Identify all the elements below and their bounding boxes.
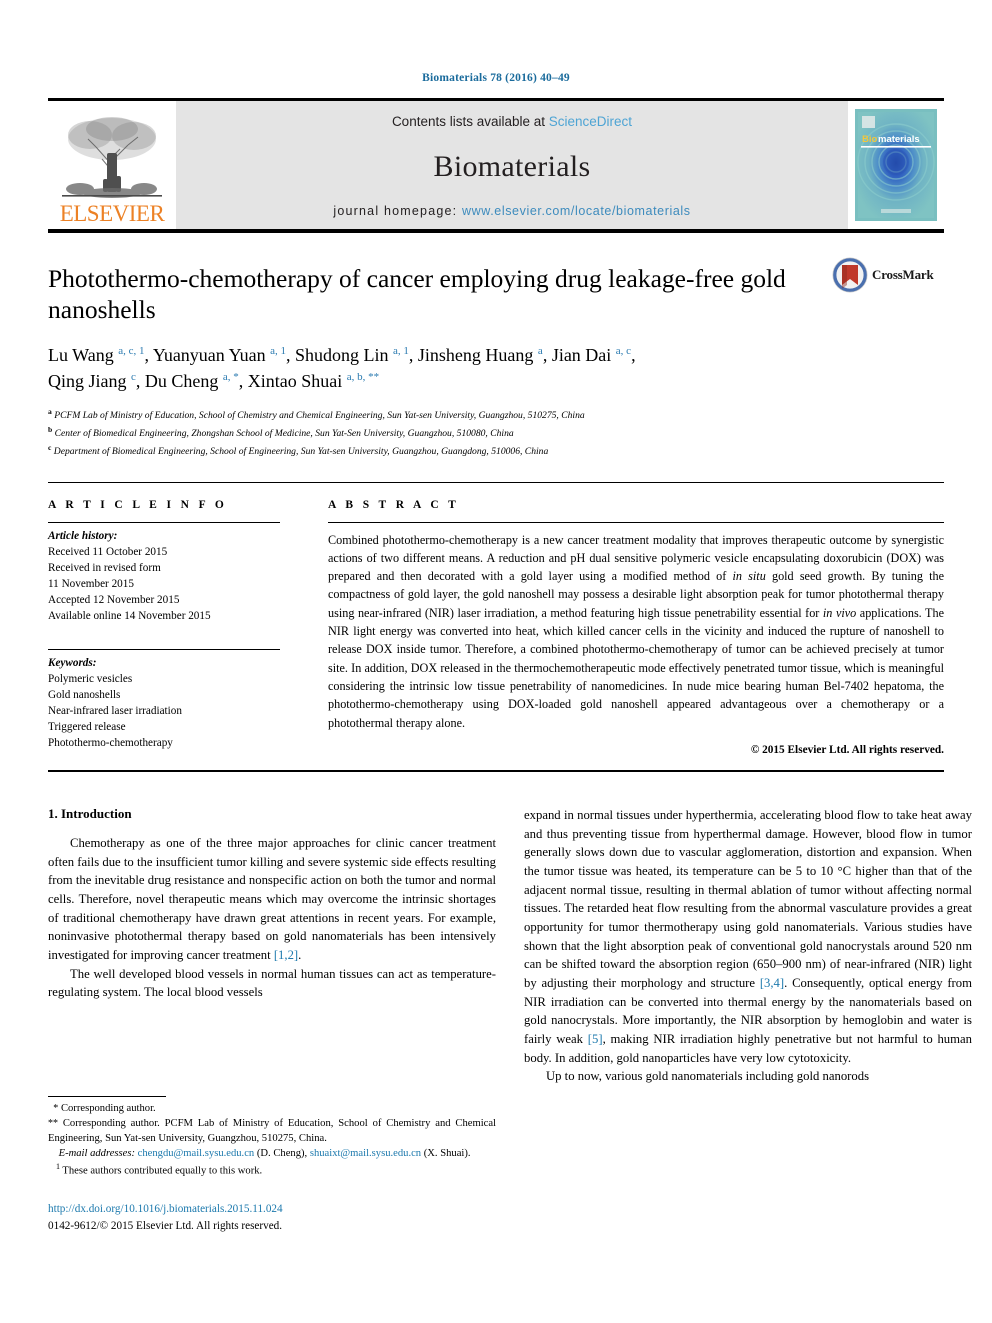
paragraph-text: expand in normal tissues under hyperther… — [524, 807, 972, 990]
paragraph-text-tail: . — [298, 947, 302, 962]
page-title: Photothermo-chemotherapy of cancer emplo… — [48, 264, 786, 325]
footnote-text: Corresponding author. PCFM Lab of Minist… — [48, 1118, 496, 1145]
keyword-item: Triggered release — [48, 720, 126, 733]
divider — [48, 769, 944, 772]
author-list: Lu Wang a, c, 1, Yuanyuan Yuan a, 1, Shu… — [48, 342, 818, 394]
footnote-text: These authors contributed equally to thi… — [59, 1165, 263, 1177]
email-owner-cheng: (D. Cheng), — [254, 1148, 310, 1160]
footnote-emails: E-mail addresses: chengdu@mail.sysu.edu.… — [48, 1146, 496, 1161]
abstract-italic-2: in vivo — [822, 605, 857, 620]
article-history-group: Article history: Received 11 October 201… — [48, 523, 280, 624]
body-column-left: 1. Introduction Chemotherapy as one of t… — [48, 806, 496, 1086]
author-line-2: Qing Jiang c, Du Cheng a, *, Xintao Shua… — [48, 371, 380, 392]
journal-article-page: Biomaterials 78 (2016) 40–49 ELSEVIER Co… — [0, 0, 992, 1323]
email-label: E-mail addresses: — [58, 1148, 135, 1160]
homepage-url-link[interactable]: www.elsevier.com/locate/biomaterials — [462, 204, 691, 218]
abstract-column: A B S T R A C T Combined photothermo-che… — [328, 499, 944, 756]
footnote-equal-contribution: 1 These authors contributed equally to t… — [48, 1161, 496, 1179]
affiliation-text: Center of Biomedical Engineering, Zhongs… — [54, 428, 514, 440]
affiliation-list: a PCFM Lab of Ministry of Education, Sch… — [48, 406, 944, 459]
affiliation-text: PCFM Lab of Ministry of Education, Schoo… — [54, 410, 585, 422]
keyword-item: Polymeric vesicles — [48, 672, 133, 685]
history-item: 11 November 2015 — [48, 577, 134, 590]
contents-prefix: Contents lists available at — [391, 114, 549, 129]
keywords-label: Keywords: — [48, 656, 97, 669]
divider — [48, 648, 280, 650]
footnotes-block: * Corresponding author. ** Corresponding… — [48, 1096, 496, 1235]
footnote-corresponding-2: ** Corresponding author. PCFM Lab of Min… — [48, 1116, 496, 1146]
paragraph: Chemotherapy as one of the three major a… — [48, 834, 496, 965]
cover-title-bio: Bio — [862, 134, 878, 145]
history-item: Received 11 October 2015 — [48, 545, 168, 558]
cover-title-materials: materials — [878, 134, 920, 145]
paragraph: The well developed blood vessels in norm… — [48, 966, 496, 1000]
footnote-text: Corresponding author. — [58, 1103, 156, 1114]
crossmark-badge[interactable]: CrossMark — [832, 257, 944, 293]
masthead-center: Contents lists available at ScienceDirec… — [176, 101, 848, 229]
paragraph: Up to now, various gold nanomaterials in… — [546, 1069, 870, 1084]
affiliation-item: b Center of Biomedical Engineering, Zhon… — [48, 425, 514, 440]
keyword-item: Near-infrared laser irradiation — [48, 704, 182, 717]
sciencedirect-link[interactable]: ScienceDirect — [549, 114, 632, 129]
keyword-item: Gold nanoshells — [48, 688, 121, 701]
crossmark-label: CrossMark — [872, 267, 934, 282]
elsevier-wordmark: ELSEVIER — [59, 201, 165, 226]
citation-link[interactable]: [5] — [588, 1032, 603, 1046]
footnote-mark: ** — [48, 1118, 58, 1130]
journal-cover-image: Bio materials — [855, 109, 937, 221]
author-line-1: Lu Wang a, c, 1, Yuanyuan Yuan a, 1, Shu… — [48, 345, 636, 366]
affiliation-item: c Department of Biomedical Engineering, … — [48, 442, 549, 458]
abstract-text: Combined photothermo-chemotherapy is a n… — [328, 523, 944, 732]
history-item: Received in revised form — [48, 561, 161, 574]
citation-link[interactable]: [3,4] — [760, 976, 784, 990]
history-item: Available online 14 November 2015 — [48, 609, 211, 622]
email-owner-shuai: (X. Shuai). — [421, 1148, 471, 1160]
email-link-cheng[interactable]: chengdu@mail.sysu.edu.cn — [138, 1148, 255, 1159]
abstract-copyright: © 2015 Elsevier Ltd. All rights reserved… — [750, 743, 944, 756]
doi-block: http://dx.doi.org/10.1016/j.biomaterials… — [48, 1201, 496, 1235]
section-heading-introduction: 1. Introduction — [48, 805, 132, 821]
keywords-group: Keywords: Polymeric vesicles Gold nanosh… — [48, 643, 280, 751]
paragraph: expand in normal tissues under hyperther… — [524, 806, 972, 1067]
abstract-italic-1: in situ — [732, 569, 766, 584]
keyword-item: Photothermo-chemotherapy — [48, 736, 173, 749]
doi-link[interactable]: http://dx.doi.org/10.1016/j.biomaterials… — [48, 1201, 496, 1218]
paragraph-text: Chemotherapy as one of the three major a… — [48, 835, 496, 962]
journal-title: Biomaterials — [433, 149, 591, 183]
journal-homepage-line: journal homepage: www.elsevier.com/locat… — [333, 204, 690, 218]
elsevier-logo: ELSEVIER — [48, 101, 176, 229]
article-info-heading: A R T I C L E I N F O — [48, 498, 228, 511]
footnote-divider — [48, 1096, 166, 1097]
article-header: CrossMark Photothermo-chemotherapy of ca… — [48, 257, 944, 460]
abstract-heading: A B S T R A C T — [328, 498, 460, 511]
email-link-shuai[interactable]: shuaixt@mail.sysu.edu.cn — [310, 1148, 421, 1159]
info-abstract-section: A R T I C L E I N F O Article history: R… — [48, 481, 944, 756]
article-history-label: Article history: — [48, 529, 118, 542]
footnote-corresponding-1: * Corresponding author. — [48, 1101, 496, 1116]
elsevier-tree-icon — [62, 117, 162, 198]
issn-copyright-line: 0142-9612/© 2015 Elsevier Ltd. All right… — [48, 1219, 283, 1232]
running-head: Biomaterials 78 (2016) 40–49 — [422, 72, 570, 84]
affiliation-item: a PCFM Lab of Ministry of Education, Sch… — [48, 407, 585, 422]
contents-available-line: Contents lists available at ScienceDirec… — [392, 114, 632, 129]
history-item: Accepted 12 November 2015 — [48, 593, 180, 606]
crossmark-icon — [832, 257, 868, 293]
abstract-part-3: applications. The NIR light energy was c… — [328, 605, 945, 730]
journal-cover-thumbnail: Bio materials — [848, 101, 944, 229]
body-column-right: expand in normal tissues under hyperther… — [524, 806, 972, 1086]
homepage-label: journal homepage: — [333, 204, 462, 218]
journal-masthead: ELSEVIER Contents lists available at Sci… — [48, 98, 944, 233]
citation-link[interactable]: [1,2] — [274, 948, 298, 962]
affiliation-text: Department of Biomedical Engineering, Sc… — [53, 446, 549, 458]
article-info-column: A R T I C L E I N F O Article history: R… — [48, 499, 280, 756]
article-body: 1. Introduction Chemotherapy as one of t… — [48, 806, 972, 1086]
